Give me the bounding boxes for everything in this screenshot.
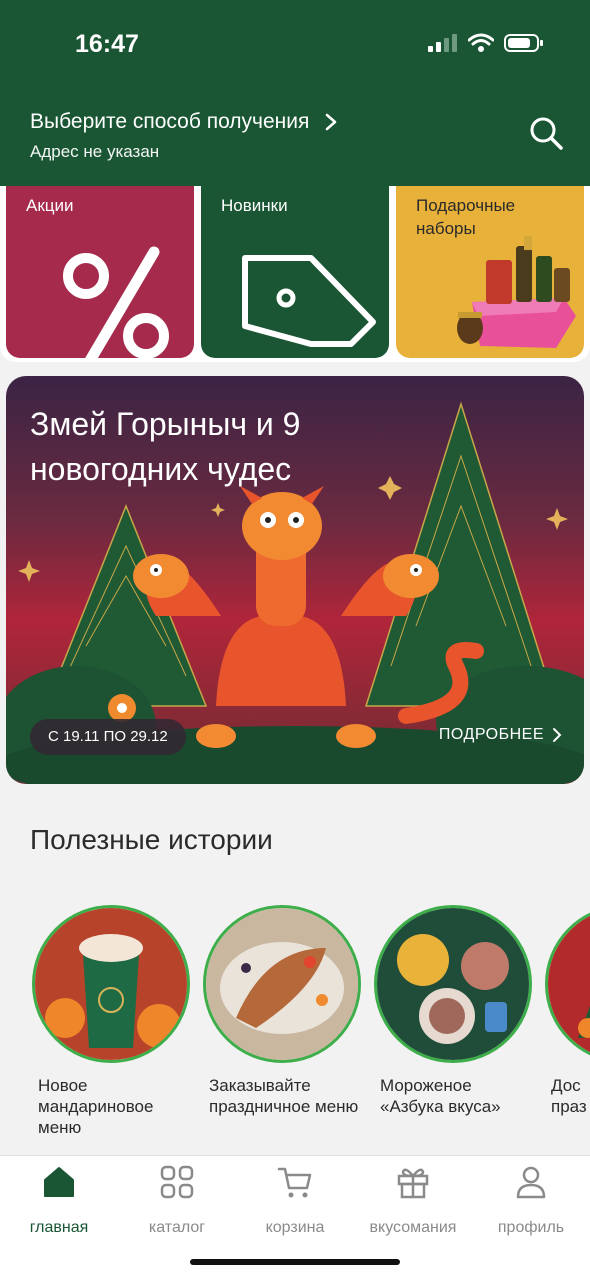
- percent-icon: [63, 246, 169, 358]
- wifi-icon: [468, 33, 494, 52]
- battery-icon: [504, 34, 543, 52]
- tab-cart[interactable]: корзина: [236, 1164, 354, 1237]
- tab-label: вкусомания: [369, 1219, 457, 1236]
- cart-icon: [277, 1167, 312, 1198]
- story-image: [545, 905, 590, 1063]
- stories-title: Полезные истории: [30, 824, 273, 855]
- story-item[interactable]: Новое мандариновое меню: [32, 905, 192, 1138]
- search-icon[interactable]: [528, 115, 564, 151]
- chevron-right-icon: [553, 728, 562, 742]
- gift-icon: [397, 1168, 429, 1199]
- story-image-ice-cream: [377, 908, 529, 1060]
- chevron-right-icon: [326, 113, 337, 131]
- app-header: 16:47 Выберите способ получения Адрес не…: [0, 0, 590, 215]
- story-label: Заказывайте праздничное меню: [209, 1076, 359, 1116]
- tab-home[interactable]: главная: [0, 1164, 118, 1237]
- category-gift-sets[interactable]: Подарочные наборы: [396, 186, 584, 358]
- story-item[interactable]: Заказывайте праздничное меню: [203, 905, 363, 1117]
- delivery-address: Адрес не указан: [30, 142, 160, 161]
- tab-label: каталог: [148, 1219, 206, 1236]
- banner-more-link[interactable]: ПОДРОБНЕЕ: [439, 726, 562, 744]
- story-label: Мороженое «Азбука вкуса»: [380, 1076, 501, 1116]
- status-time: 16:47: [75, 30, 139, 58]
- home-icon: [44, 1167, 74, 1197]
- gift-box-image: [457, 236, 576, 348]
- story-label: Новое мандариновое меню: [38, 1076, 154, 1137]
- home-indicator[interactable]: [190, 1259, 400, 1265]
- category-promotions[interactable]: Акции: [6, 186, 194, 358]
- category-new[interactable]: Новинки: [201, 186, 389, 358]
- tab-profile[interactable]: профиль: [472, 1164, 590, 1237]
- story-label: Дос праз: [551, 1076, 587, 1116]
- story-image: [374, 905, 532, 1063]
- tab-vkusomania[interactable]: вкусомания: [354, 1164, 472, 1237]
- story-image: [203, 905, 361, 1063]
- tab-catalog[interactable]: каталог: [118, 1164, 236, 1237]
- delivery-selector[interactable]: Выберите способ получения Адрес не указа…: [30, 110, 337, 162]
- delivery-title: Выберите способ получения: [30, 110, 310, 133]
- stories-carousel[interactable]: Новое мандариновое меню Заказывайте праз…: [0, 905, 590, 1155]
- tab-label: профиль: [497, 1219, 565, 1236]
- promo-banner[interactable]: Змей Горыныч и 9 новогодних чудес С 19.1…: [6, 376, 584, 784]
- story-image-holiday-dish: [206, 908, 358, 1060]
- signal-icon: [428, 34, 457, 52]
- banner-more-label: ПОДРОБНЕЕ: [438, 726, 544, 743]
- tag-icon: [242, 255, 376, 347]
- story-image: [32, 905, 190, 1063]
- story-item[interactable]: Мороженое «Азбука вкуса»: [374, 905, 534, 1117]
- story-item[interactable]: Дос праз: [545, 905, 590, 1117]
- category-row: Акции Новинки Подарочные наборы: [0, 186, 590, 362]
- tab-label: корзина: [265, 1219, 325, 1236]
- status-icons: [428, 33, 544, 53]
- tab-label: главная: [29, 1219, 89, 1236]
- grid-icon: [160, 1165, 194, 1199]
- banner-dates-badge: С 19.11 ПО 29.12: [30, 719, 186, 755]
- story-image-festive: [548, 908, 590, 1060]
- profile-icon: [516, 1166, 546, 1199]
- banner-title: Змей Горыныч и 9 новогодних чудес: [30, 406, 301, 487]
- story-image-drink: [35, 908, 187, 1060]
